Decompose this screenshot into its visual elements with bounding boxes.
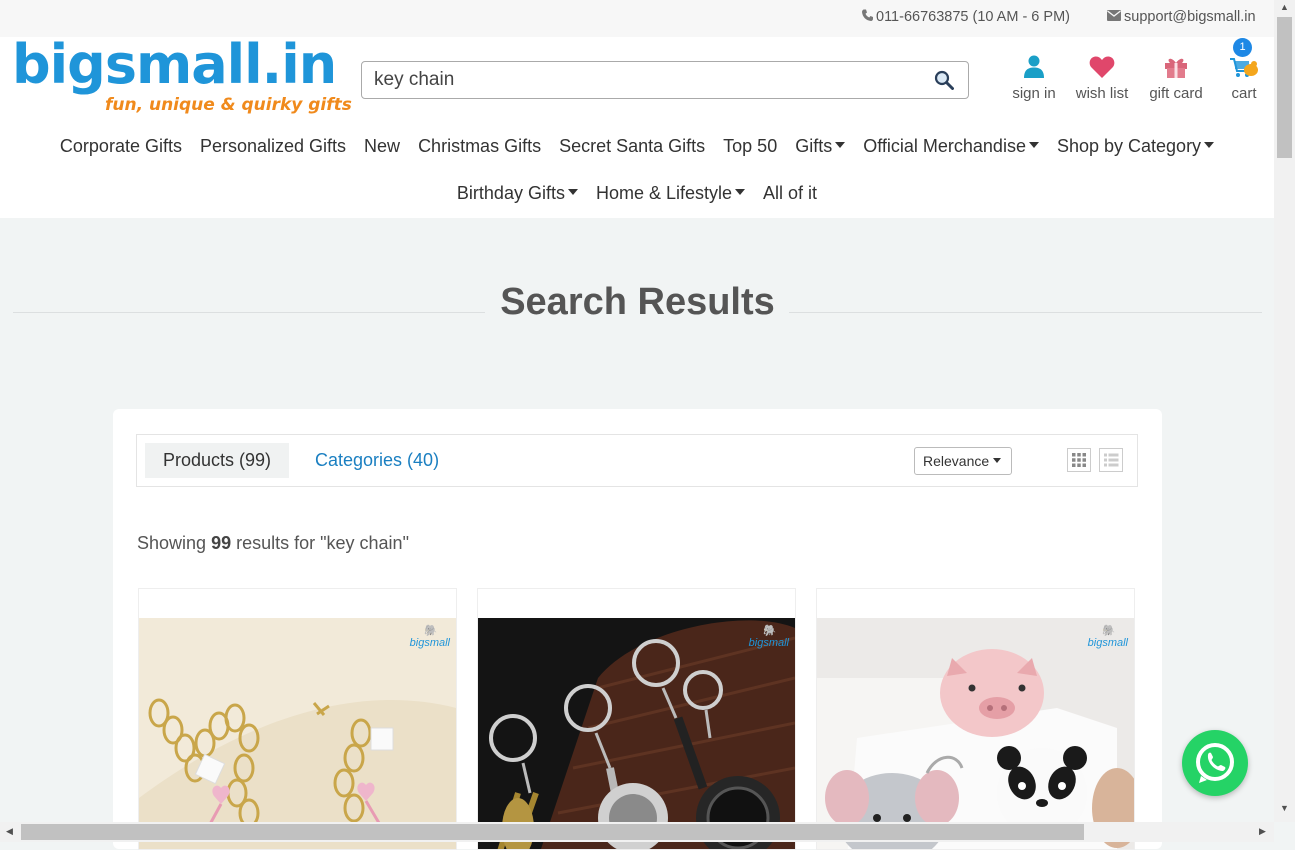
caret-down-icon [993, 457, 1002, 463]
results-panel: Products (99) Categories (40) Relevance … [113, 409, 1162, 850]
vertical-scroll-thumb[interactable] [1277, 17, 1292, 158]
scroll-left-arrow-icon[interactable]: ◀ [6, 826, 13, 837]
nav-label: Shop by Category [1056, 136, 1202, 156]
nav-label: Home & Lifestyle [595, 183, 733, 203]
cart-icon [1229, 55, 1259, 86]
scroll-up-arrow-icon[interactable]: ▲ [1280, 2, 1289, 12]
search-input[interactable] [374, 62, 914, 98]
main-nav-row-1: Corporate Gifts Personalized Gifts New Chri… [0, 136, 1274, 157]
brand-watermark: 🐘 bigsmall [1088, 624, 1128, 649]
phone-text: 011-66763875 (10 AM - 6 PM) [876, 9, 1070, 25]
vertical-scrollbar[interactable]: ▲ ▼ [1274, 0, 1295, 822]
horizontal-scrollbar[interactable]: ◀ ▶ [0, 822, 1274, 842]
nav-label: All of it [763, 183, 818, 203]
caret-down-icon [1028, 142, 1039, 149]
results-count: 99 [211, 533, 232, 553]
wish-list-label: wish list [1075, 85, 1129, 102]
grid-icon [1068, 453, 1090, 475]
product-image[interactable]: 🐘 bigsmall [817, 618, 1134, 849]
cart-count-badge: 1 [1233, 38, 1252, 57]
logo-wordmark: bigsmall.in [12, 33, 337, 96]
list-view-toggle[interactable] [1099, 448, 1123, 472]
cart-label: cart [1231, 85, 1257, 102]
top-bar: 011-66763875 (10 AM - 6 PM) support@bigs… [0, 0, 1274, 37]
tab-products[interactable]: Products (99) [145, 443, 290, 478]
nav-label: Official Merchandise [863, 136, 1026, 156]
nav-personalized-gifts[interactable]: Personalized Gifts [200, 136, 346, 157]
sign-in-label: sign in [1012, 85, 1056, 102]
nav-label: Christmas Gifts [418, 136, 542, 156]
nav-label: Gifts [795, 136, 833, 156]
nav-corporate-gifts[interactable]: Corporate Gifts [60, 136, 182, 157]
results-summary: Showing 99 results for "key chain" [137, 533, 409, 554]
email-text: support@bigsmall.in [1124, 9, 1256, 25]
nav-birthday-gifts-dropdown[interactable]: Birthday Gifts [457, 183, 578, 204]
product-card[interactable]: 🐘 bigsmall [477, 588, 796, 850]
nav-top-50[interactable]: Top 50 [723, 136, 777, 157]
product-image[interactable]: 🐘 bigsmall [478, 618, 795, 849]
nav-label: Birthday Gifts [456, 183, 565, 203]
list-icon [1100, 453, 1122, 475]
gift-icon [1164, 55, 1188, 84]
brand-mascot-icon: 🐘 [422, 625, 437, 637]
user-icon [1024, 55, 1044, 84]
main-nav-row-2: Birthday Gifts Home & Lifestyle All of it [0, 183, 1274, 204]
page-title: Search Results [500, 281, 775, 323]
brand-label: bigsmall [409, 637, 450, 649]
nav-christmas-gifts[interactable]: Christmas Gifts [418, 136, 541, 157]
search-icon[interactable] [934, 70, 954, 90]
nav-gifts-dropdown[interactable]: Gifts [795, 136, 846, 157]
sort-selected-value: Relevance [923, 453, 990, 469]
search-box [361, 61, 969, 99]
product-card[interactable]: 🐘 bigsmall [138, 588, 457, 850]
nav-all-of-it[interactable]: All of it [763, 183, 817, 204]
caret-down-icon [735, 189, 746, 196]
results-prefix: Showing [137, 533, 207, 553]
sort-dropdown[interactable]: Relevance [914, 447, 1012, 475]
whatsapp-chat-button[interactable] [1182, 730, 1248, 796]
scroll-right-arrow-icon[interactable]: ▶ [1259, 826, 1266, 837]
brand-watermark: 🐘 bigsmall [410, 624, 450, 649]
caret-down-icon [835, 142, 846, 149]
phone-icon [862, 9, 873, 24]
scroll-down-arrow-icon[interactable]: ▼ [1280, 803, 1289, 813]
logo-tagline: fun, unique & quirky gifts [105, 95, 352, 115]
email-contact[interactable]: support@bigsmall.in [1107, 9, 1256, 25]
nav-home-lifestyle-dropdown[interactable]: Home & Lifestyle [595, 183, 746, 204]
phone-contact[interactable]: 011-66763875 (10 AM - 6 PM) [862, 9, 1070, 25]
whatsapp-icon [1182, 743, 1248, 800]
brand-label: bigsmall [748, 637, 789, 649]
envelope-icon [1107, 9, 1121, 24]
results-suffix: results for "key chain" [236, 533, 409, 553]
nav-secret-santa-gifts[interactable]: Secret Santa Gifts [559, 136, 705, 157]
horizontal-scroll-thumb[interactable] [21, 824, 1084, 840]
product-card[interactable]: 🐘 bigsmall [816, 588, 1135, 850]
brand-mascot-icon: 🐘 [1100, 625, 1115, 637]
grid-view-toggle[interactable] [1067, 448, 1091, 472]
search-results-heading: Search Results [13, 270, 1262, 340]
heart-icon [1089, 55, 1115, 84]
results-tab-bar: Products (99) Categories (40) Relevance [136, 434, 1138, 487]
tab-categories[interactable]: Categories (40) [297, 443, 457, 478]
nav-label: Corporate Gifts [59, 136, 182, 156]
nav-label: Personalized Gifts [199, 136, 347, 156]
site-header: bigsmall.in fun, unique & quirky gifts s… [0, 33, 1274, 218]
nav-official-merchandise-dropdown[interactable]: Official Merchandise [863, 136, 1039, 157]
gift-card-label: gift card [1149, 85, 1203, 102]
nav-label: New [364, 136, 401, 156]
nav-new[interactable]: New [364, 136, 400, 157]
nav-shop-by-category-dropdown[interactable]: Shop by Category [1056, 136, 1215, 157]
product-image[interactable]: 🐘 bigsmall [139, 618, 456, 849]
nav-label: Secret Santa Gifts [559, 136, 706, 156]
caret-down-icon [567, 189, 578, 196]
nav-label: Top 50 [723, 136, 778, 156]
caret-down-icon [1204, 142, 1215, 149]
brand-mascot-icon: 🐘 [761, 625, 776, 637]
brand-label: bigsmall [1087, 637, 1128, 649]
brand-watermark: 🐘 bigsmall [749, 624, 789, 649]
site-logo[interactable]: bigsmall.in fun, unique & quirky gifts [12, 33, 352, 119]
